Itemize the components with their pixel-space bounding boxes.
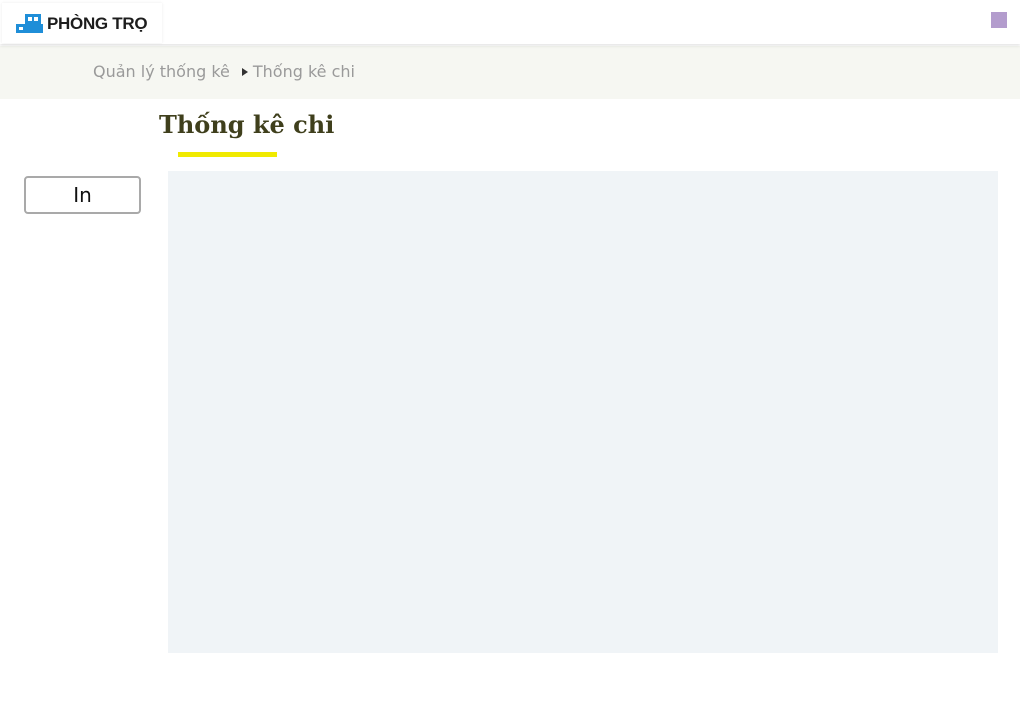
title-underline bbox=[178, 152, 277, 157]
site-logo[interactable]: PHÒNG TRỌ bbox=[2, 3, 162, 43]
breadcrumb-item-current: Thống kê chi bbox=[252, 62, 355, 81]
breadcrumb-bar: Quản lý thống kê Thống kê chi bbox=[0, 46, 1020, 99]
logo-text: PHÒNG TRỌ bbox=[47, 14, 148, 33]
caret-right-icon bbox=[241, 67, 248, 76]
building-icon bbox=[16, 14, 43, 33]
breadcrumb: Quản lý thống kê Thống kê chi bbox=[93, 62, 355, 81]
top-navbar: PHÒNG TRỌ bbox=[0, 0, 1020, 44]
print-button[interactable]: In bbox=[24, 176, 141, 214]
page-title: Thống kê chi bbox=[159, 110, 335, 139]
square-icon[interactable] bbox=[991, 12, 1007, 28]
breadcrumb-item-parent[interactable]: Quản lý thống kê bbox=[93, 62, 230, 81]
report-content-panel bbox=[168, 171, 998, 653]
